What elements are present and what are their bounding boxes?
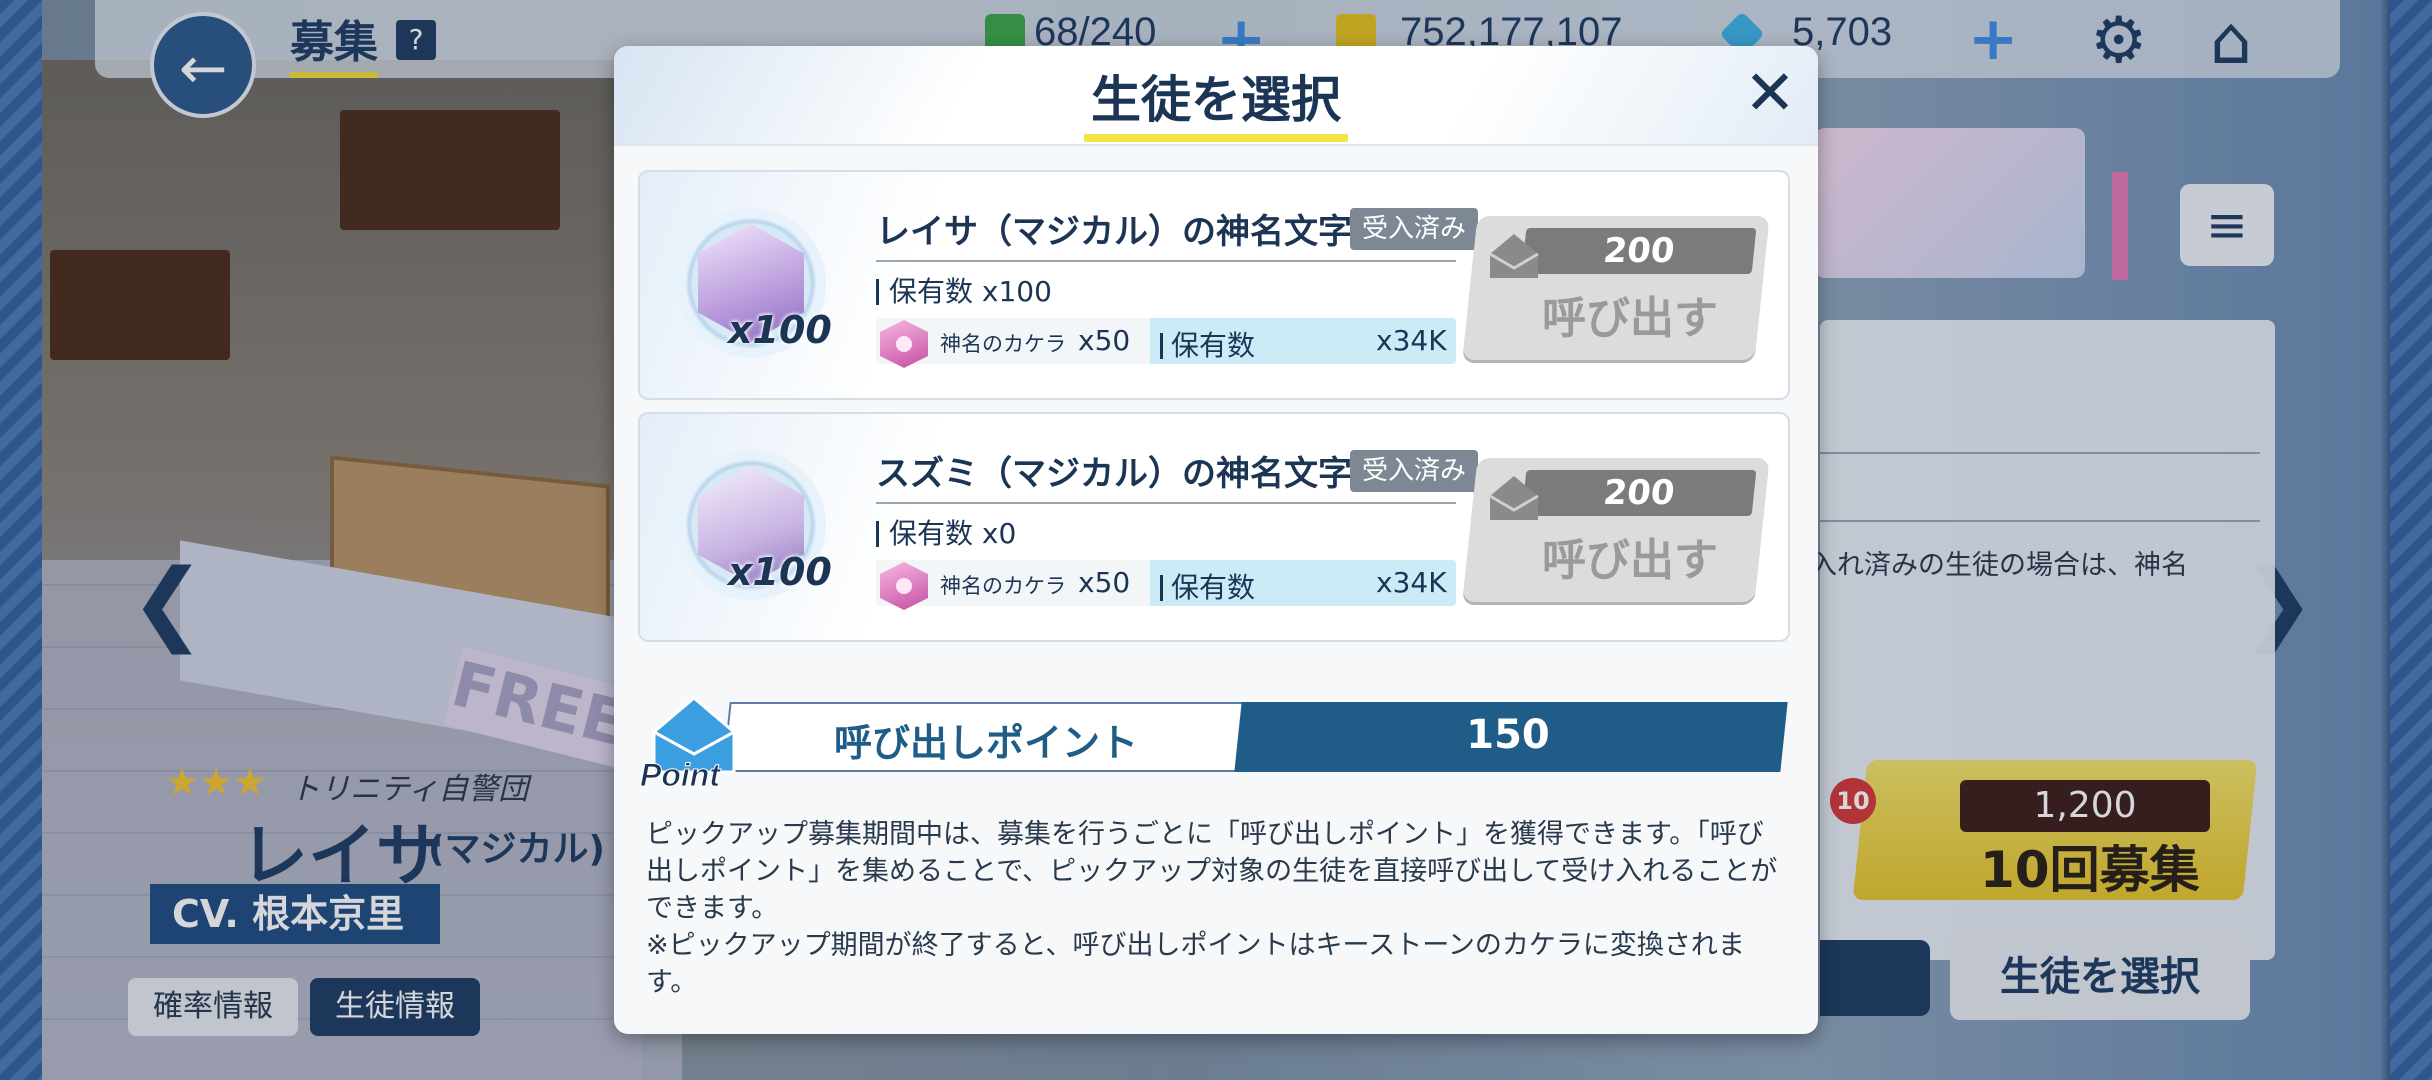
title-underline <box>1084 134 1348 142</box>
fragment-name: 神名のカケラ <box>940 574 1066 598</box>
svg-text:Point: Point <box>640 757 721 792</box>
divider <box>876 502 1456 504</box>
received-badge: 受入済み <box>1350 450 1479 492</box>
summon-cost: 200 <box>1521 228 1757 274</box>
fragment-owned-value: x34K <box>1376 324 1447 357</box>
call-points-label: 呼び出しポイント <box>833 721 1138 765</box>
point-envelope-icon <box>1489 234 1539 278</box>
summon-label: 呼び出す <box>1542 535 1718 586</box>
call-points-value: 150 <box>1466 712 1550 758</box>
student-item-card: x100 スズミ（マジカル）の神名文字 受入済み 保有数 x0 神名のカケラ x… <box>638 412 1790 642</box>
fragment-row: 神名のカケラ x50 保有数 x34K <box>876 318 1456 368</box>
received-badge: 受入済み <box>1350 208 1479 250</box>
description-note: ※ピックアップ期間が終了すると、呼び出しポイントはキーストーンのカケラに変換され… <box>646 930 1745 998</box>
fragment-cost: x50 <box>1078 566 1131 599</box>
close-icon[interactable]: ✕ <box>1744 58 1796 128</box>
fragment-owned-label: 保有数 <box>1160 566 1255 606</box>
modal-title: 生徒を選択 <box>1091 71 1341 129</box>
owned-count: 保有数 x100 <box>876 270 1052 310</box>
item-name: レイサ（マジカル）の神名文字 <box>876 212 1352 252</box>
portrait-quantity: x100 <box>728 308 832 352</box>
description-line: ピックアップ募集期間中は、募集を行うごとに「呼び出しポイント」を獲得できます。「… <box>646 819 1778 924</box>
fragment-owned-value: x34K <box>1376 566 1447 599</box>
point-envelope-icon <box>1489 476 1539 520</box>
student-item-card: x100 レイサ（マジカル）の神名文字 受入済み 保有数 x100 神名のカケラ… <box>638 170 1790 400</box>
summon-label: 呼び出す <box>1542 293 1718 344</box>
fragment-row: 神名のカケラ x50 保有数 x34K <box>876 560 1456 610</box>
fragment-owned-label: 保有数 <box>1160 324 1255 364</box>
divider <box>876 260 1456 262</box>
select-student-modal: 生徒を選択 ✕ x100 レイサ（マジカル）の神名文字 受入済み 保有数 x10… <box>614 46 1818 1034</box>
student-portrait: x100 <box>676 450 832 600</box>
description: ピックアップ募集期間中は、募集を行うごとに「呼び出しポイント」を獲得できます。「… <box>646 816 1786 1001</box>
owned-count: 保有数 x0 <box>876 512 1016 552</box>
summon-cost: 200 <box>1521 470 1757 516</box>
portrait-quantity: x100 <box>728 550 832 594</box>
fragment-cost: x50 <box>1078 324 1131 357</box>
fragment-name: 神名のカケラ <box>940 332 1066 356</box>
student-portrait: x100 <box>676 208 832 358</box>
point-envelope-icon: Point <box>640 696 736 792</box>
call-points-bar: 呼び出しポイント 150 <box>722 702 1788 772</box>
item-name: スズミ（マジカル）の神名文字 <box>876 454 1352 494</box>
